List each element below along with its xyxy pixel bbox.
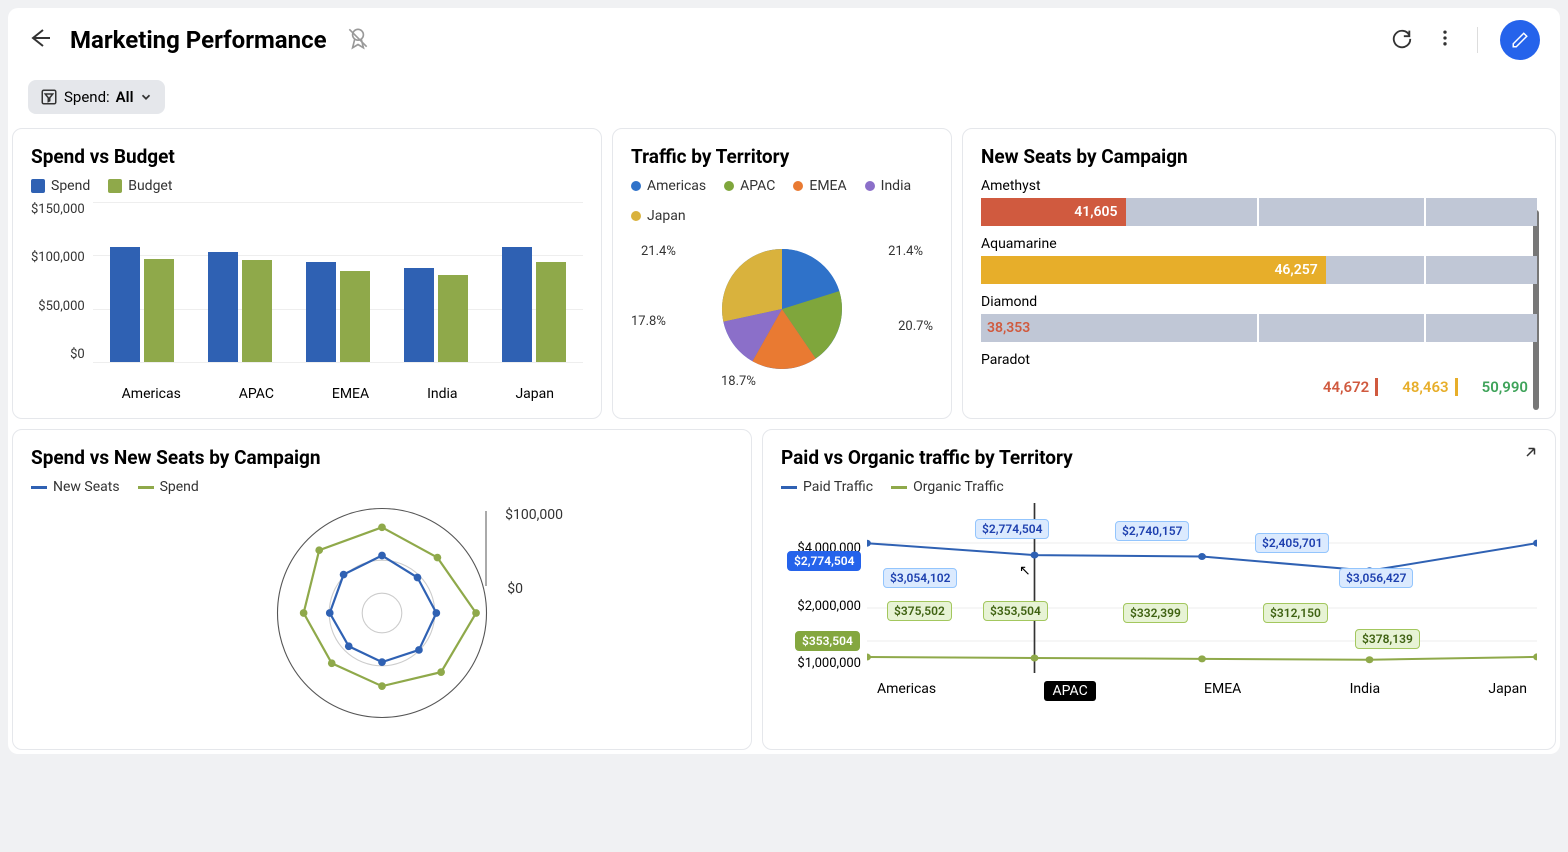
card-title: Traffic by Territory [631, 145, 933, 168]
summary-totals: 44,672 48,463 50,990 [981, 378, 1537, 396]
bullet-row: Diamond 38,353 [981, 294, 1537, 342]
bullet-row: Aquamarine 46,257 [981, 236, 1537, 284]
divider [1477, 27, 1478, 53]
radar-chart: $100,000 $0 [31, 503, 733, 733]
chevron-down-icon [139, 90, 153, 104]
spend-vs-seats-card[interactable]: Spend vs New Seats by Campaign New Seats… [12, 429, 752, 750]
cursor-icon: ↖ [1019, 563, 1031, 579]
x-axis: AmericasAPACEMEAIndiaJapan [867, 673, 1537, 701]
card-title: Spend vs Budget [31, 145, 583, 168]
filter-label: Spend: [64, 88, 110, 106]
card-title: Spend vs New Seats by Campaign [31, 446, 733, 469]
page-title: Marketing Performance [70, 26, 327, 54]
card-title: New Seats by Campaign [981, 145, 1537, 168]
legend: Americas APAC EMEA India Japan [631, 178, 933, 224]
legend: Spend Budget [31, 178, 583, 194]
bullet-row: Paradot [981, 352, 1537, 368]
paid-vs-organic-card[interactable]: Paid vs Organic traffic by Territory Pai… [762, 429, 1556, 750]
legend: Paid Traffic Organic Traffic [781, 479, 1537, 495]
line-plot: $2,774,504 $2,774,504 $2,740,157 $2,405,… [867, 503, 1537, 673]
y-axis: $150,000$100,000$50,000$0 [31, 202, 93, 362]
expand-icon[interactable] [1521, 444, 1539, 466]
more-menu-button[interactable] [1435, 28, 1455, 52]
bullet-row: Amethyst 41,605 [981, 178, 1537, 226]
back-button[interactable] [28, 26, 52, 54]
card-title: Paid vs Organic traffic by Territory [781, 446, 1537, 469]
pie-chart: 21.4% 21.4% 20.7% 18.7% 17.8% [631, 234, 933, 384]
filter-value: All [116, 88, 134, 106]
refresh-button[interactable] [1391, 27, 1413, 53]
edit-button[interactable] [1500, 20, 1540, 60]
new-seats-card[interactable]: New Seats by Campaign Amethyst 41,605 Aq… [962, 128, 1556, 419]
scrollbar[interactable] [1533, 210, 1539, 410]
spend-vs-budget-card[interactable]: Spend vs Budget Spend Budget $150,000$10… [12, 128, 602, 419]
spend-filter-chip[interactable]: Spend: All [28, 80, 165, 114]
header-bar: Marketing Performance [8, 8, 1560, 72]
traffic-territory-card[interactable]: Traffic by Territory Americas APAC EMEA … [612, 128, 952, 419]
award-icon[interactable] [345, 25, 371, 55]
legend: New Seats Spend [31, 479, 733, 495]
filter-icon [40, 88, 58, 106]
